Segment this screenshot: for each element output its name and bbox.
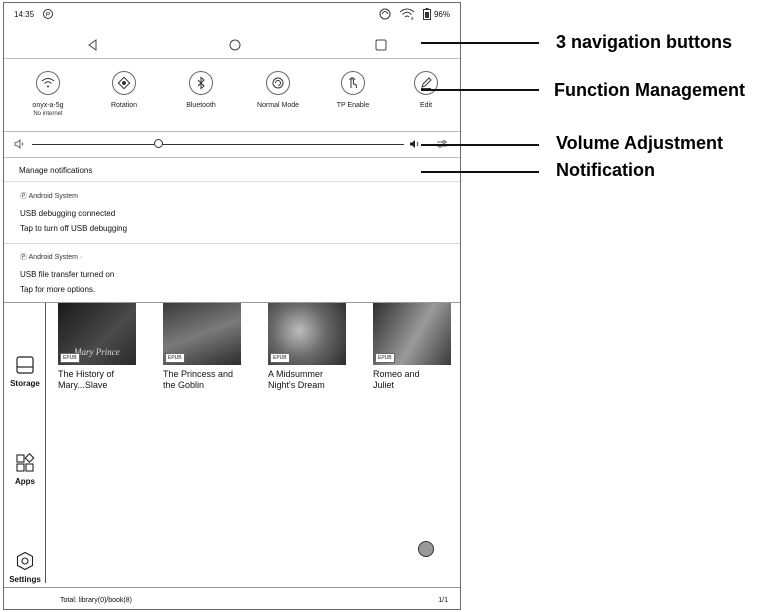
qs-tile-bluetooth[interactable]: Bluetooth [161, 71, 241, 110]
qs-tile-rotation[interactable]: Rotation [84, 71, 164, 110]
floating-action-button[interactable] [418, 541, 434, 557]
annotation-line-notification [421, 171, 539, 173]
wifi-icon [41, 78, 55, 88]
book-item[interactable]: EPUB A Midsummer Night's Dream [268, 303, 348, 391]
pencil-icon [421, 77, 432, 89]
volume-low-icon [14, 139, 23, 149]
sync-icon [379, 8, 391, 20]
page-indicator: 1/1 [438, 597, 448, 604]
sidebar-item-storage[interactable]: Storage [4, 355, 46, 388]
p-badge-icon: P [43, 9, 53, 19]
battery-indicator: 96% [422, 8, 450, 20]
device-screen: 14:35 P x 96% onyx-a-5g No internet Rota… [3, 2, 461, 610]
recents-square-icon[interactable] [372, 36, 390, 54]
qs-label-normal-mode: Normal Mode [256, 102, 299, 109]
book-item[interactable]: EPUB Romeo and Juliet [373, 303, 453, 391]
annotation-function: Function Management [554, 80, 746, 100]
epub-badge: EPUB [375, 353, 395, 363]
notification-app-name: Android System [28, 193, 78, 200]
manage-notifications-label: Manage notifications [19, 166, 93, 175]
cover-text: Mary Prince [74, 347, 120, 357]
sidebar-label: Apps [15, 477, 35, 486]
battery-percent: 96% [433, 9, 450, 19]
refresh-mode-icon [272, 77, 284, 89]
navigation-bar [4, 30, 460, 59]
p-small-icon: Ⓟ [20, 254, 29, 261]
annotation-volume: Volume Adjustment [556, 133, 724, 153]
book-item[interactable]: EPUB The Princess and the Goblin [163, 303, 243, 391]
p-small-icon: Ⓟ [20, 193, 29, 200]
volume-high-icon [410, 140, 419, 148]
wifi-no-internet-icon: x [399, 8, 415, 20]
book-cover: Mary Prince EPUB [58, 303, 136, 365]
volume-slider-thumb[interactable] [153, 139, 163, 148]
book-title-line2: Juliet [373, 380, 395, 390]
notification-title: USB debugging connected [20, 209, 116, 218]
qs-tile-tp-enable[interactable]: TP Enable [313, 71, 393, 110]
rotation-icon [117, 76, 131, 90]
qs-tile-normal-mode[interactable]: Normal Mode [238, 71, 318, 110]
book-cover: EPUB [268, 303, 346, 365]
book-title-line1: Romeo and [373, 369, 420, 379]
notification-usb-file-transfer[interactable]: Ⓟ Android System · USB file transfer tur… [4, 244, 460, 304]
volume-slider-track[interactable] [32, 144, 404, 145]
epub-badge: EPUB [270, 353, 290, 363]
book-title-line1: The History of [58, 369, 115, 379]
quick-settings-panel: onyx-a-5g No internet Rotation Bluetooth [4, 61, 460, 132]
sidebar-item-apps[interactable]: Apps [4, 453, 46, 486]
book-title-line1: A Midsummer [268, 369, 324, 379]
epub-badge: EPUB [60, 353, 80, 363]
volume-row [4, 133, 460, 158]
bluetooth-icon [197, 76, 205, 90]
qs-label-edit: Edit [419, 102, 433, 109]
qs-sub-wifi: No internet [33, 111, 63, 117]
notification-text: Tap for more options. [20, 285, 96, 294]
book-item[interactable]: Mary Prince EPUB The History of Mary...S… [58, 303, 138, 391]
library-footer: Total: library(0)/book(8) 1/1 [4, 587, 460, 609]
battery-icon [422, 8, 431, 20]
annotation-line-nav [421, 42, 539, 44]
qs-label-rotation: Rotation [110, 102, 138, 109]
storage-icon [16, 356, 34, 374]
annotation-line-function [421, 89, 539, 91]
notification-app-name: Android System · [28, 254, 83, 261]
annotation-nav: 3 navigation buttons [556, 32, 733, 52]
notification-text: Tap to turn off USB debugging [20, 224, 128, 233]
apps-grid-icon [16, 453, 35, 472]
sidebar-item-settings[interactable]: Settings [4, 551, 46, 584]
settings-hexagon-icon [16, 551, 34, 571]
svg-text:x: x [411, 16, 414, 20]
annotation-notification: Notification [556, 160, 655, 180]
svg-text:P: P [46, 13, 50, 19]
library-total: Total: library(0)/book(8) [60, 597, 132, 604]
book-title-line2: Mary...Slave [58, 380, 108, 390]
book-cover: EPUB [163, 303, 241, 365]
qs-tile-edit[interactable]: Edit [386, 71, 460, 110]
sidebar-divider [45, 303, 46, 583]
home-circle-icon[interactable] [226, 36, 244, 54]
touch-icon [349, 77, 357, 89]
qs-label-tp-enable: TP Enable [336, 102, 370, 109]
status-bar: 14:35 P x 96% [4, 3, 460, 27]
sidebar-label: Settings [9, 575, 41, 584]
book-title-line2: Night's Dream [268, 380, 325, 390]
notification-title: USB file transfer turned on [20, 270, 115, 279]
sidebar-label: Storage [10, 379, 40, 388]
book-title-line2: the Goblin [163, 380, 205, 390]
annotation-line-volume [421, 144, 539, 146]
book-cover: EPUB [373, 303, 451, 365]
qs-label-wifi: onyx-a-5g [32, 102, 64, 109]
qs-tile-wifi[interactable]: onyx-a-5g No internet [8, 71, 88, 118]
epub-badge: EPUB [165, 353, 185, 363]
status-time: 14:35 [14, 10, 35, 19]
manage-notifications-row[interactable]: Manage notifications [4, 159, 460, 182]
qs-label-bluetooth: Bluetooth [186, 102, 216, 109]
notification-usb-debugging[interactable]: Ⓟ Android System USB debugging connected… [4, 183, 460, 243]
book-title-line1: The Princess and [163, 369, 234, 379]
back-triangle-icon[interactable] [84, 36, 102, 54]
